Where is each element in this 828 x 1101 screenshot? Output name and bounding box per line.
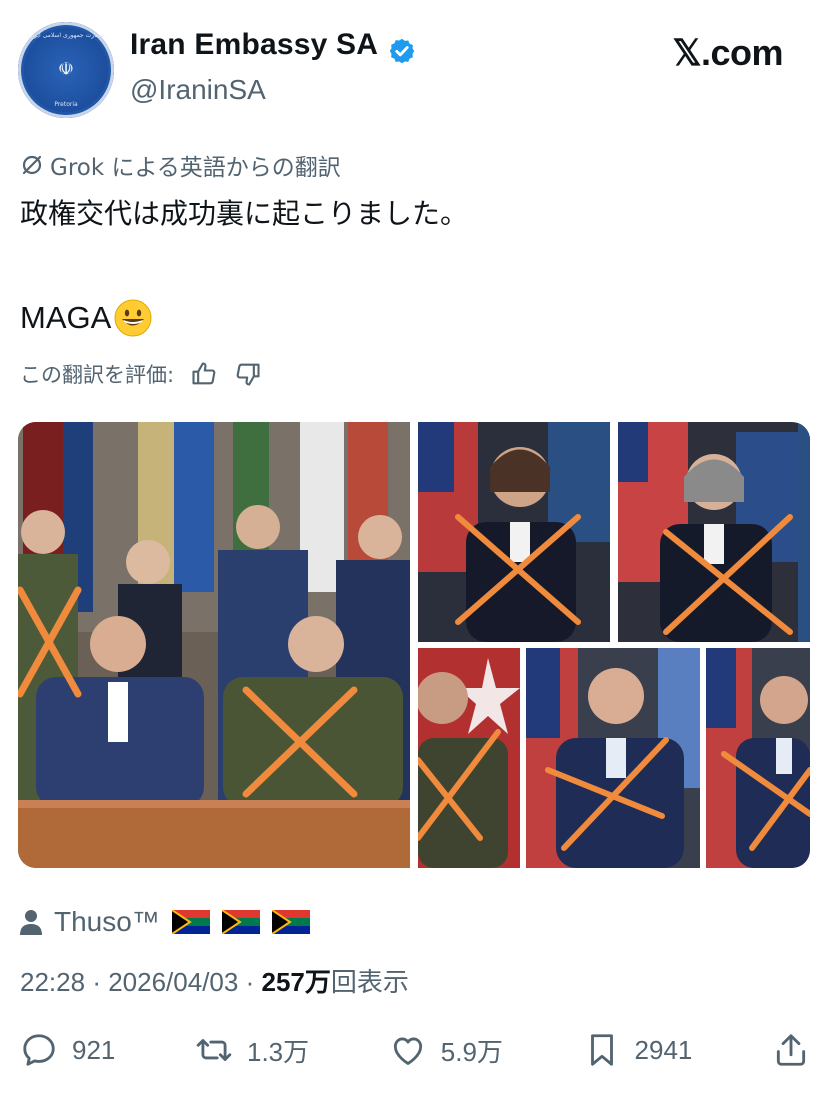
view-count: 257万 bbox=[261, 967, 331, 997]
reply-button[interactable]: 921 bbox=[20, 1031, 115, 1069]
display-name[interactable]: Iran Embassy SA bbox=[130, 28, 378, 62]
embassy-seal-icon: ☫ bbox=[57, 59, 75, 81]
like-button[interactable]: 5.9万 bbox=[389, 1031, 503, 1069]
share-button[interactable] bbox=[772, 1031, 810, 1069]
repost-icon bbox=[196, 1039, 232, 1061]
x-brand-logo: 𝕏.com bbox=[672, 32, 783, 73]
heart-icon bbox=[393, 1037, 422, 1065]
media-image-6[interactable] bbox=[706, 648, 810, 868]
translation-notice: Grok による英語からの翻訳 bbox=[20, 148, 341, 182]
translation-rating: この翻訳を評価: bbox=[20, 359, 262, 389]
bookmark-count: 2941 bbox=[634, 1034, 693, 1065]
post-meta: 22:28 · 2026/04/03 · 257万回表示 bbox=[20, 962, 409, 999]
action-bar: 921 1.3万 5.9万 2941 bbox=[20, 1028, 810, 1072]
meta-separator: · bbox=[92, 967, 101, 997]
view-count-suffix: 回表示 bbox=[330, 967, 409, 997]
avatar[interactable]: سفارت جمهوری اسلامی ایران ☫ Pretoria bbox=[18, 22, 114, 118]
repost-count: 1.3万 bbox=[247, 1036, 310, 1067]
avatar-seal-text: سفارت جمهوری اسلامی ایران bbox=[27, 32, 104, 39]
reply-count: 921 bbox=[72, 1034, 116, 1065]
post-time[interactable]: 22:28 bbox=[20, 967, 85, 997]
media-image-7[interactable] bbox=[798, 422, 810, 642]
repost-button[interactable]: 1.3万 bbox=[195, 1031, 309, 1069]
community-note-user[interactable]: Thuso™ bbox=[20, 906, 310, 938]
grok-icon bbox=[22, 155, 42, 175]
portrait-image bbox=[418, 422, 610, 642]
portrait-image bbox=[706, 648, 810, 868]
media-image-4[interactable] bbox=[418, 648, 520, 868]
group-photo-image bbox=[18, 422, 410, 868]
reply-icon bbox=[23, 1034, 55, 1066]
portrait-image bbox=[418, 648, 520, 868]
post-text: 政権交代は成功裏に起こりました。 bbox=[20, 197, 469, 230]
bookmark-button[interactable]: 2941 bbox=[583, 1031, 693, 1069]
verified-badge-icon bbox=[389, 38, 415, 64]
thumbs-down-icon[interactable] bbox=[234, 360, 262, 388]
portrait-image bbox=[526, 648, 700, 868]
portrait-image bbox=[618, 422, 810, 642]
grinning-face-emoji bbox=[114, 299, 152, 337]
rate-translation-label: この翻訳を評価: bbox=[20, 363, 175, 387]
media-image-2[interactable] bbox=[418, 422, 610, 642]
south-africa-flag-icon bbox=[221, 910, 260, 934]
media-grid[interactable] bbox=[18, 422, 810, 868]
person-icon bbox=[20, 910, 42, 935]
media-image-5[interactable] bbox=[526, 648, 700, 868]
media-image-group-photo[interactable] bbox=[18, 422, 410, 868]
avatar-city-text: Pretoria bbox=[54, 100, 78, 108]
south-africa-flag-icon bbox=[271, 910, 310, 934]
thumbs-up-icon[interactable] bbox=[190, 360, 218, 388]
post-date[interactable]: 2026/04/03 bbox=[108, 967, 238, 997]
south-africa-flag-icon bbox=[171, 910, 210, 934]
account-handle[interactable]: @IraninSA bbox=[130, 74, 266, 106]
media-image-3[interactable] bbox=[618, 422, 810, 642]
like-count: 5.9万 bbox=[440, 1036, 503, 1067]
user-label: Thuso™ bbox=[54, 906, 160, 937]
translation-label: Grok による英語からの翻訳 bbox=[50, 155, 341, 181]
bookmark-icon bbox=[590, 1034, 613, 1066]
meta-separator: · bbox=[245, 967, 255, 997]
post-text-line2: MAGA bbox=[20, 298, 153, 338]
post-text-maga: MAGA bbox=[20, 300, 112, 335]
share-icon bbox=[776, 1034, 806, 1066]
